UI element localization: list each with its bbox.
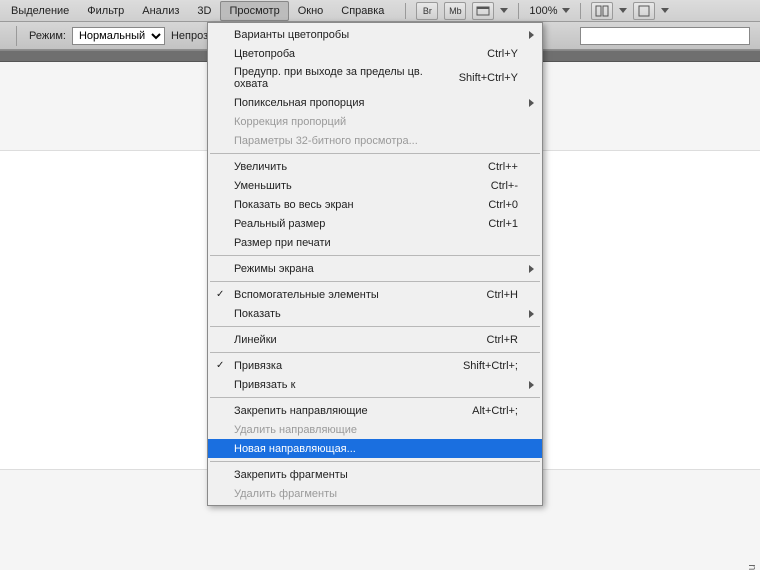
menu-item-label: Новая направляющая... (234, 443, 356, 455)
submenu-arrow-icon (529, 31, 534, 39)
arrange-documents-button[interactable] (591, 2, 613, 20)
menu-item[interactable]: Новая направляющая... (208, 439, 542, 458)
menu-item-shortcut: Shift+Ctrl+; (463, 360, 518, 372)
menu-item[interactable]: Размер при печати (208, 233, 542, 252)
view-extras-button[interactable] (472, 2, 494, 20)
menu-separator (210, 281, 540, 282)
menu-analysis[interactable]: Анализ (133, 1, 188, 21)
menu-item-shortcut: Ctrl+Y (487, 48, 518, 60)
options-right-field[interactable] (580, 27, 750, 45)
menu-item[interactable]: ✓ Вспомогательные элементы Ctrl+H (208, 285, 542, 304)
menu-item[interactable]: Попиксельная пропорция (208, 93, 542, 112)
menu-item-label: Режимы экрана (234, 263, 314, 275)
menu-item[interactable]: Реальный размер Ctrl+1 (208, 214, 542, 233)
menu-item-shortcut: Ctrl+- (491, 180, 518, 192)
menu-item-label: Закрепить направляющие (234, 405, 368, 417)
menu-separator (210, 255, 540, 256)
menu-item[interactable]: Увеличить Ctrl++ (208, 157, 542, 176)
mode-select[interactable]: Нормальный (72, 27, 165, 45)
menu-item-shortcut: Ctrl+1 (488, 218, 518, 230)
menu-item-shortcut: Ctrl+H (487, 289, 518, 301)
menu-item-label: Линейки (234, 334, 277, 346)
menu-window[interactable]: Окно (289, 1, 333, 21)
screen-mode-button[interactable] (633, 2, 655, 20)
zoom-level[interactable]: 100% (529, 5, 569, 17)
menu-item: Коррекция пропорций (208, 112, 542, 131)
zoom-value: 100% (529, 5, 557, 17)
menu-separator (210, 461, 540, 462)
menu-filter[interactable]: Фильтр (78, 1, 133, 21)
menu-item: Удалить фрагменты (208, 484, 542, 503)
menu-item-label: Уменьшить (234, 180, 292, 192)
menu-item-shortcut: Shift+Ctrl+Y (459, 72, 518, 84)
dropdown-arrow-icon (500, 8, 508, 13)
menu-item-label: Предупр. при выходе за пределы цв. охват… (234, 66, 459, 90)
menu-item[interactable]: Закрепить направляющие Alt+Ctrl+; (208, 401, 542, 420)
menu-item-label: Реальный размер (234, 218, 325, 230)
menu-item-label: Варианты цветопробы (234, 29, 349, 41)
menu-item[interactable]: Привязать к (208, 375, 542, 394)
menu-help[interactable]: Справка (332, 1, 393, 21)
menu-separator (210, 352, 540, 353)
separator (580, 3, 581, 19)
submenu-arrow-icon (529, 381, 534, 389)
menu-item-shortcut: Ctrl+R (487, 334, 518, 346)
menu-item[interactable]: Режимы экрана (208, 259, 542, 278)
check-icon: ✓ (216, 360, 224, 371)
menu-item-label: Показать во весь экран (234, 199, 354, 211)
menu-item-label: Размер при печати (234, 237, 331, 249)
menu-item-label: Цветопроба (234, 48, 295, 60)
menu-separator (210, 397, 540, 398)
launch-minibridge-button[interactable]: Mb (444, 2, 466, 20)
menu-3d[interactable]: 3D (188, 1, 220, 21)
menubar-tools: Br Mb 100% (401, 2, 668, 20)
menu-item-shortcut: Ctrl++ (488, 161, 518, 173)
menu-item[interactable]: Закрепить фрагменты (208, 465, 542, 484)
menu-item-label: Параметры 32-битного просмотра... (234, 135, 418, 147)
menu-item[interactable]: Цветопроба Ctrl+Y (208, 44, 542, 63)
menu-item[interactable]: ✓ Привязка Shift+Ctrl+; (208, 356, 542, 375)
menu-view[interactable]: Просмотр (220, 1, 288, 21)
menu-item[interactable]: Линейки Ctrl+R (208, 330, 542, 349)
menu-item-label: Удалить направляющие (234, 424, 357, 436)
menu-item-shortcut: Ctrl+0 (488, 199, 518, 211)
menu-item[interactable]: Показать во весь экран Ctrl+0 (208, 195, 542, 214)
menubar: Выделение Фильтр Анализ 3D Просмотр Окно… (0, 0, 760, 22)
submenu-arrow-icon (529, 310, 534, 318)
menu-item-label: Привязка (234, 360, 282, 372)
menu-item-label: Попиксельная пропорция (234, 97, 364, 109)
dropdown-arrow-icon (661, 8, 669, 13)
menu-item: Удалить направляющие (208, 420, 542, 439)
dropdown-arrow-icon (562, 8, 570, 13)
menu-item-label: Привязать к (234, 379, 295, 391)
separator (16, 26, 17, 46)
view-menu-dropdown: Варианты цветопробы Цветопроба Ctrl+Y Преду… (207, 22, 543, 506)
menu-item[interactable]: Уменьшить Ctrl+- (208, 176, 542, 195)
mode-label: Режим: (29, 30, 66, 42)
menu-separator (210, 153, 540, 154)
launch-bridge-button[interactable]: Br (416, 2, 438, 20)
separator (518, 3, 519, 19)
menu-selection[interactable]: Выделение (2, 1, 78, 21)
menu-item[interactable]: Предупр. при выходе за пределы цв. охват… (208, 63, 542, 93)
menu-item-label: Удалить фрагменты (234, 488, 337, 500)
menu-item-label: Вспомогательные элементы (234, 289, 379, 301)
check-icon: ✓ (216, 289, 224, 300)
menu-item[interactable]: Показать (208, 304, 542, 323)
menu-item-label: Закрепить фрагменты (234, 469, 348, 481)
menu-item: Параметры 32-битного просмотра... (208, 131, 542, 150)
menu-item-label: Коррекция пропорций (234, 116, 346, 128)
menu-item-label: Увеличить (234, 161, 287, 173)
menu-separator (210, 326, 540, 327)
watermark: metanka.livemaster.ru (746, 564, 758, 570)
dropdown-arrow-icon (619, 8, 627, 13)
menu-item[interactable]: Варианты цветопробы (208, 25, 542, 44)
submenu-arrow-icon (529, 99, 534, 107)
submenu-arrow-icon (529, 265, 534, 273)
menu-item-shortcut: Alt+Ctrl+; (472, 405, 518, 417)
separator (405, 3, 406, 19)
menu-item-label: Показать (234, 308, 281, 320)
